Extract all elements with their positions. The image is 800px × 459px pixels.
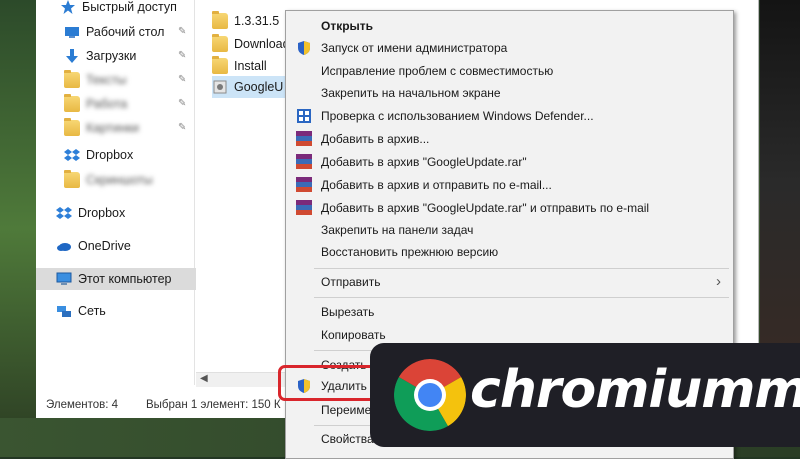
nav-label: Картинки — [86, 121, 139, 135]
file-name: Install — [234, 59, 267, 73]
menu-separator — [314, 297, 729, 298]
menu-item-run-as-admin[interactable]: Запуск от имени администратора — [286, 37, 733, 59]
chevron-right-icon: › — [716, 273, 721, 290]
winrar-icon — [296, 200, 312, 216]
menu-item-cut[interactable]: Вырезать — [286, 301, 733, 323]
menu-item-restore[interactable]: Восстановить прежнюю версию — [286, 241, 733, 263]
nav-label: Тексты — [86, 73, 127, 87]
folder-icon — [64, 94, 80, 112]
nav-desktop[interactable]: Рабочий стол ✎ — [64, 21, 194, 43]
folder-icon — [64, 118, 80, 136]
dropbox-icon — [56, 205, 72, 221]
menu-item-defender[interactable]: Проверка с использованием Windows Defend… — [286, 105, 733, 127]
nav-label: Dropbox — [78, 206, 126, 220]
pin-icon: ✎ — [178, 50, 187, 61]
uac-shield-icon — [296, 40, 312, 56]
nav-pinned-folder[interactable]: Тексты ✎ — [64, 69, 194, 91]
menu-item-add-archive[interactable]: Добавить в архив... — [286, 128, 733, 150]
folder-icon — [212, 11, 228, 29]
network-icon — [56, 303, 72, 319]
nav-label: Работа — [86, 97, 128, 111]
application-icon — [212, 79, 228, 95]
folder-icon — [212, 34, 228, 52]
download-arrow-icon — [64, 48, 80, 64]
nav-dropbox-pinned[interactable]: Dropbox — [64, 144, 194, 166]
desktop-background-left — [0, 0, 40, 457]
nav-pinned-folder[interactable]: Работа ✎ — [64, 93, 194, 115]
folder-icon — [64, 70, 80, 88]
delete-highlight-box — [278, 365, 382, 401]
winrar-icon — [296, 154, 312, 170]
winrar-icon — [296, 177, 312, 193]
pin-icon: ✎ — [178, 74, 187, 85]
folder-icon — [212, 56, 228, 74]
file-name: 1.3.31.5 — [234, 14, 280, 28]
nav-pinned-folder[interactable]: Картинки ✎ — [64, 117, 194, 139]
navigation-pane: Быстрый доступ Рабочий стол ✎ Загрузки ✎… — [36, 0, 196, 385]
winrar-icon — [296, 131, 312, 147]
nav-label: Рабочий стол — [86, 25, 165, 39]
file-item[interactable]: Install — [212, 55, 267, 77]
menu-item-add-rar[interactable]: Добавить в архив "GoogleUpdate.rar" — [286, 151, 733, 173]
nav-label: Скриншоты — [86, 173, 153, 187]
menu-item-send-to[interactable]: Отправить › — [286, 271, 733, 293]
nav-label: Dropbox — [86, 148, 134, 162]
nav-this-pc[interactable]: Этот компьютер — [36, 268, 196, 290]
item-count: Элементов: 4 — [46, 399, 119, 411]
menu-item-pin-taskbar[interactable]: Закрепить на панели задач — [286, 219, 733, 241]
nav-label: Быстрый доступ — [82, 0, 177, 14]
file-name: GoogleU — [234, 80, 284, 94]
desktop-icon — [64, 24, 80, 40]
menu-item-troubleshoot[interactable]: Исправление проблем с совместимостью — [286, 60, 733, 82]
brand-name: chromiumm — [470, 360, 800, 420]
cloud-icon — [56, 238, 72, 254]
star-icon — [60, 0, 76, 15]
folder-icon — [64, 170, 80, 188]
nav-label: Этот компьютер — [78, 272, 172, 286]
dropbox-icon — [64, 147, 80, 163]
menu-item-add-email[interactable]: Добавить в архив и отправить по e-mail..… — [286, 174, 733, 196]
nav-downloads[interactable]: Загрузки ✎ — [64, 45, 194, 67]
selection-info: Выбран 1 элемент: 150 К — [146, 399, 281, 411]
computer-icon — [56, 271, 72, 287]
file-item[interactable]: Download — [212, 33, 290, 55]
menu-item-add-rar-email[interactable]: Добавить в архив "GoogleUpdate.rar" и от… — [286, 197, 733, 219]
nav-network[interactable]: Сеть — [56, 300, 194, 322]
defender-icon — [296, 108, 312, 124]
chrome-logo-icon — [390, 350, 470, 440]
nav-label: OneDrive — [78, 239, 131, 253]
menu-item-pin-start[interactable]: Закрепить на начальном экране — [286, 82, 733, 104]
pin-icon: ✎ — [178, 26, 187, 37]
file-name: Download — [234, 37, 290, 51]
menu-item-open[interactable]: Открыть — [286, 15, 733, 37]
nav-quick-access[interactable]: Быстрый доступ — [60, 0, 218, 18]
chevron-left-icon[interactable]: ◀ — [200, 373, 208, 384]
nav-label: Сеть — [78, 304, 106, 318]
file-item[interactable]: 1.3.31.5 — [212, 10, 279, 32]
nav-label: Загрузки — [86, 49, 137, 63]
nav-dropbox[interactable]: Dropbox — [56, 202, 194, 224]
pin-icon: ✎ — [178, 122, 187, 133]
menu-separator — [314, 268, 729, 269]
pin-icon: ✎ — [178, 98, 187, 109]
file-item-selected[interactable]: GoogleU — [212, 76, 292, 98]
nav-pinned-folder[interactable]: Скриншоты — [64, 169, 194, 191]
nav-onedrive[interactable]: OneDrive — [56, 235, 194, 257]
